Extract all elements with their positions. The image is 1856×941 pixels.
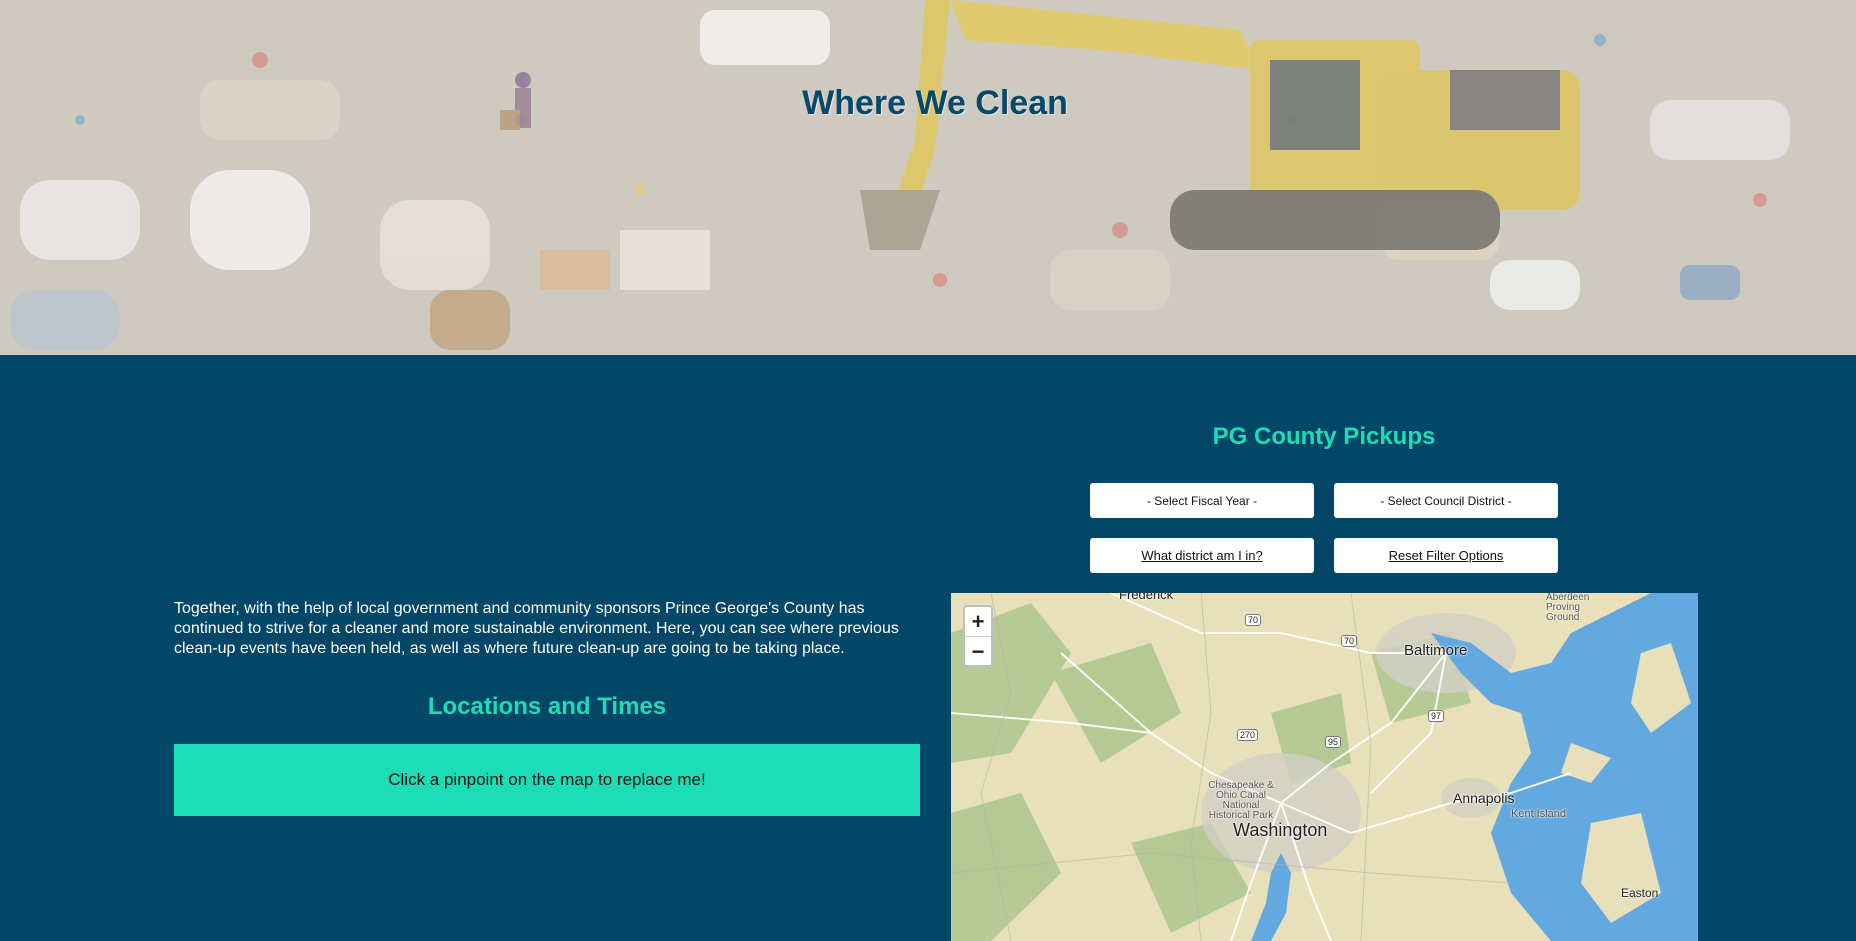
map-label-easton: Easton [1621,886,1659,900]
reset-filter-button-label: Reset Filter Options [1388,548,1504,563]
map-label-washington: Washington [1233,820,1328,840]
council-district-select-label: - Select Council District - [1380,493,1512,508]
map-label-annapolis: Annapolis [1453,790,1515,806]
landfill-hero-image [0,0,1856,355]
map-label-aberdeen: Aberdeen Proving Ground [1546,593,1590,623]
page-title: Where We Clean [802,84,1068,122]
map-label-chesapeake-canal: Chesapeake & Ohio Canal National Histori… [1208,780,1274,821]
map-label-frederick: Frederick [1119,593,1174,602]
intro-text: Together, with the help of local governm… [174,600,899,657]
map-tiles [951,593,1698,941]
map-label-kent-island: Kent Island [1511,808,1567,820]
highway-shield-i270: 270 [1237,729,1259,741]
zoom-out-button[interactable]: − [965,637,991,666]
left-column: Together, with the help of local governm… [174,599,920,816]
reset-filter-button[interactable]: Reset Filter Options [1334,538,1558,573]
hero-banner: Where We Clean [0,0,1856,355]
pickups-title: PG County Pickups [1212,423,1436,450]
location-info-box: Click a pinpoint on the map to replace m… [174,744,920,816]
zoom-control: + − [963,605,993,667]
fiscal-year-select-label: - Select Fiscal Year - [1146,493,1258,508]
locations-title: Locations and Times [427,693,667,720]
fiscal-year-select[interactable]: - Select Fiscal Year - [1090,483,1314,518]
highway-shield-i95: 95 [1325,736,1342,748]
council-district-select[interactable]: - Select Council District - [1334,483,1558,518]
what-district-button[interactable]: What district am I in? [1090,538,1314,573]
highway-shield-i97: 97 [1428,710,1445,722]
main-section: Together, with the help of local governm… [0,355,1856,941]
pickup-map[interactable]: + − Frederick Baltimore Aberdeen Proving… [951,593,1698,941]
highway-shield-i70-east: 70 [1341,635,1358,647]
highway-shield-i70: 70 [1245,614,1262,626]
what-district-button-label: What district am I in? [1141,548,1263,563]
zoom-in-button[interactable]: + [965,607,991,637]
location-placeholder: Click a pinpoint on the map to replace m… [388,770,706,789]
map-label-baltimore: Baltimore [1404,642,1468,659]
